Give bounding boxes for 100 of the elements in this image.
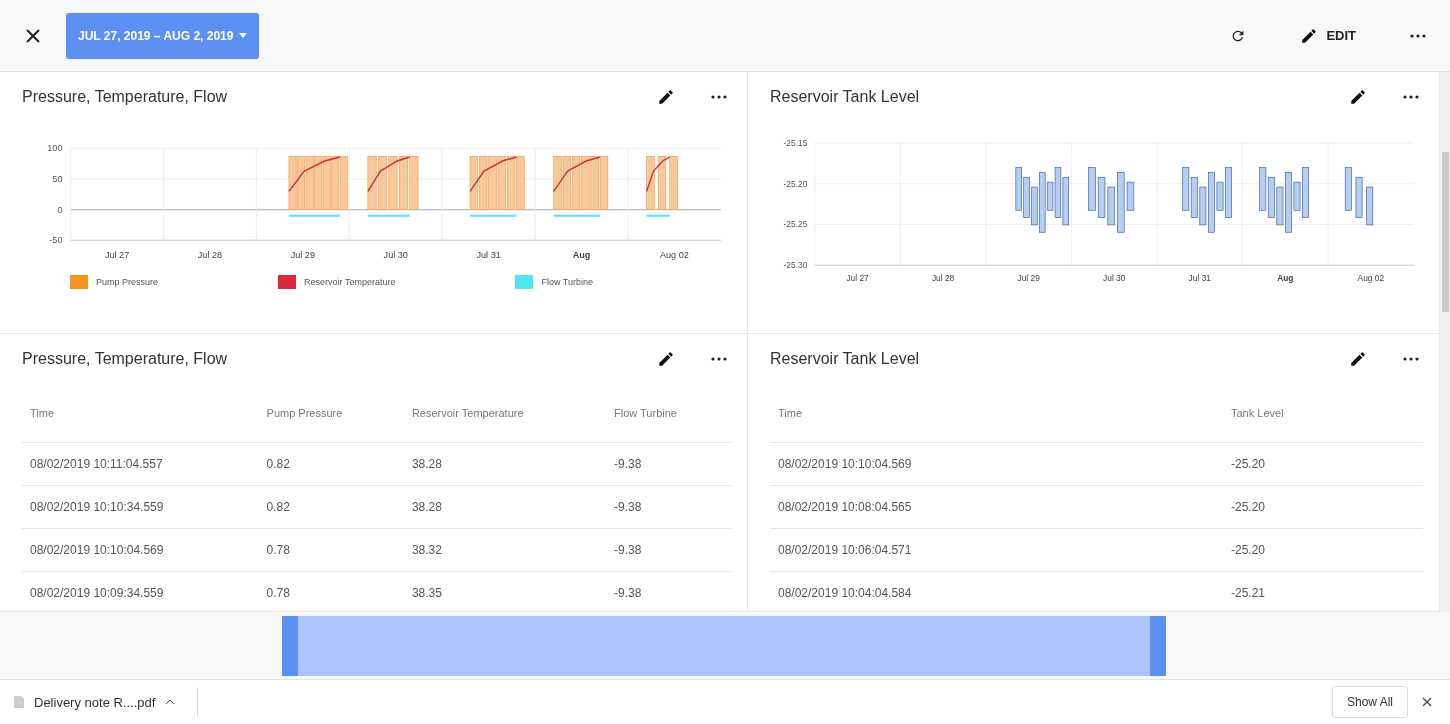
legend-label: Pump Pressure xyxy=(96,276,159,287)
pressure-bar xyxy=(409,155,419,210)
axis-tick-label: 0 xyxy=(57,204,63,215)
table-cell: 38.28 xyxy=(403,442,606,485)
more-icon xyxy=(711,357,727,361)
file-name: Delivery note R....pdf xyxy=(34,694,156,710)
axis-tick-label: Jul 30 xyxy=(383,249,408,260)
table-cell: 08/02/2019 10:10:34.559 xyxy=(22,485,259,528)
pencil-icon xyxy=(657,88,675,106)
legend-label: Flow Turbine xyxy=(541,276,593,287)
column-header: Time xyxy=(22,384,259,442)
flow-line xyxy=(367,214,410,217)
pressure-bar xyxy=(479,155,488,210)
close-icon xyxy=(1422,697,1432,707)
table-cell: 38.32 xyxy=(403,528,606,571)
axis-tick-label: Jul 31 xyxy=(1188,273,1211,284)
panel-title: Pressure, Temperature, Flow xyxy=(22,350,229,368)
flow-line xyxy=(646,214,670,217)
pressure-bar xyxy=(305,155,314,210)
table-cell: 0.82 xyxy=(258,442,404,485)
pressure-bar xyxy=(657,155,667,210)
file-icon xyxy=(14,696,24,708)
pressure-bar xyxy=(288,155,297,210)
column-header: Time xyxy=(770,384,1223,442)
pressure-bar xyxy=(571,155,581,210)
table-cell: -9.38 xyxy=(605,442,731,485)
axis-tick-label: Jul 31 xyxy=(476,249,501,260)
pressure-bar xyxy=(669,155,678,210)
level-bar xyxy=(1344,167,1352,211)
chevron-up-icon xyxy=(165,699,176,705)
column-header: Pump Pressure xyxy=(258,384,404,442)
pressure-bar xyxy=(590,155,599,210)
table-cell: 08/02/2019 10:11:04.557 xyxy=(22,442,259,485)
download-item[interactable]: Delivery note R....pdf xyxy=(14,687,199,717)
column-header: Tank Level xyxy=(1223,384,1423,442)
pressure-bar xyxy=(322,155,331,210)
pressure-bar xyxy=(506,155,516,210)
axis-tick-label: -25.15 xyxy=(783,137,808,148)
pressure-bar xyxy=(553,155,562,210)
pressure-bar xyxy=(314,155,323,210)
pressure-bar xyxy=(339,155,348,210)
edit-button[interactable]: EDIT xyxy=(1296,22,1360,49)
close-icon xyxy=(26,28,40,43)
table-cell: 08/02/2019 10:08:04.565 xyxy=(770,485,1223,528)
axis-tick-label: -25.25 xyxy=(783,219,808,230)
table-cell: -9.38 xyxy=(605,528,731,571)
column-header: Flow Turbine xyxy=(605,384,731,442)
legend-label: Reservoir Temperature xyxy=(304,276,396,287)
panel-title: Reservoir Tank Level xyxy=(770,88,921,106)
table-cell: 08/02/2019 10:06:04.571 xyxy=(770,528,1223,571)
axis-tick-label: Jul 27 xyxy=(846,273,869,284)
pressure-bar xyxy=(388,155,398,210)
pressure-bar xyxy=(469,155,479,210)
pressure-bar xyxy=(331,155,340,210)
panel-title: Reservoir Tank Level xyxy=(770,350,921,368)
axis-tick-label: 100 xyxy=(47,143,63,154)
pencil-icon xyxy=(1349,350,1367,368)
axis-tick-label: Jul 29 xyxy=(1017,273,1040,284)
pressure-bar xyxy=(398,155,408,210)
more-icon xyxy=(1410,33,1426,38)
temperature-line xyxy=(367,156,411,193)
axis-tick-label: Aug xyxy=(1277,273,1294,284)
axis-tick-label: Jul 28 xyxy=(931,273,955,284)
axis-tick-label: Aug xyxy=(572,249,591,260)
table-cell: 38.28 xyxy=(403,485,606,528)
axis-tick-label: Jul 27 xyxy=(104,249,130,260)
scrollbar-thumb[interactable] xyxy=(1441,152,1449,312)
pressure-bar xyxy=(581,155,590,210)
table-cell: 08/02/2019 10:10:04.569 xyxy=(22,528,259,571)
pressure-bar xyxy=(599,155,609,210)
axis-tick-label: 50 xyxy=(52,173,63,184)
flow-line xyxy=(288,214,340,217)
table-cell: -25.20 xyxy=(1223,485,1423,528)
axis-tick-label: Aug 02 xyxy=(1357,273,1385,284)
pressure-bar xyxy=(562,155,571,210)
axis-tick-label: Jul 30 xyxy=(1103,273,1126,284)
level-bar xyxy=(1355,176,1363,218)
more-icon xyxy=(1403,95,1419,99)
temperature-line xyxy=(469,156,518,193)
flow-line xyxy=(470,214,517,217)
temperature-line xyxy=(552,156,601,193)
table-cell: 0.82 xyxy=(258,485,404,528)
axis-tick-label: -25.20 xyxy=(783,178,808,189)
column-header: Reservoir Temperature xyxy=(403,384,606,442)
axis-tick-label: Aug 02 xyxy=(660,249,689,260)
pressure-bar xyxy=(297,155,306,210)
pencil-icon xyxy=(657,350,675,368)
more-icon xyxy=(1403,357,1419,361)
axis-tick-label: Jul 28 xyxy=(197,249,223,260)
pressure-bar xyxy=(378,155,387,210)
show-all-button[interactable]: Show All xyxy=(1331,686,1408,718)
table-cell: 0.78 xyxy=(258,528,404,571)
pressure-bar xyxy=(497,155,506,210)
temperature-line xyxy=(288,156,341,193)
table-cell: -25.20 xyxy=(1223,528,1423,571)
pressure-bar xyxy=(488,155,497,210)
caret-icon xyxy=(239,33,248,38)
pressure-bar xyxy=(367,155,377,210)
panel-title: Pressure, Temperature, Flow xyxy=(22,88,229,106)
pressure-bar xyxy=(516,155,525,210)
